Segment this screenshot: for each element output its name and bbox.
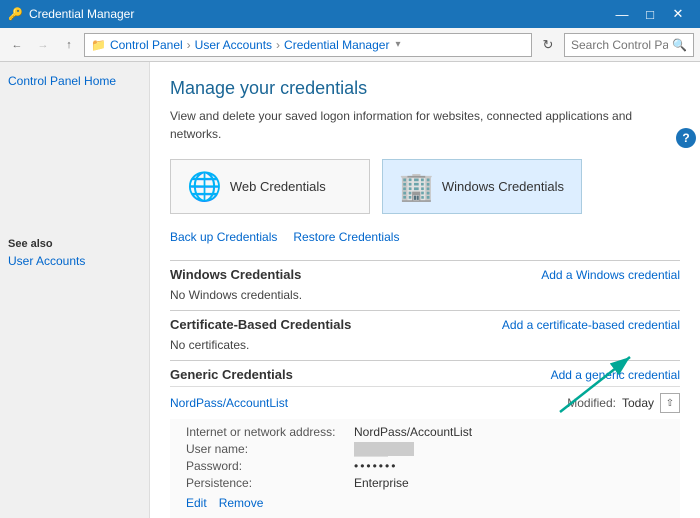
modified-label-accountlist: Modified: — [567, 396, 616, 410]
address-path: 📁 Control Panel › User Accounts › Creden… — [84, 33, 532, 57]
password-label: Password: — [186, 459, 346, 473]
cred-details-accountlist: Internet or network address: NordPass/Ac… — [170, 419, 680, 518]
windows-credentials-label: Windows Credentials — [442, 179, 564, 194]
app-title: Credential Manager — [29, 7, 134, 21]
persistence-value: Enterprise — [354, 476, 409, 490]
search-box: 🔍 — [564, 33, 694, 57]
cred-item-header-accountlist[interactable]: NordPass/AccountList Modified: Today ⇧ — [170, 387, 680, 419]
back-button[interactable]: ← — [6, 34, 28, 56]
content-area: ? Manage your credentials View and delet… — [150, 62, 700, 518]
search-input[interactable] — [571, 38, 668, 52]
username-value: ████ — [354, 442, 414, 456]
main-layout: Control Panel Home See also User Account… — [0, 62, 700, 518]
path-user-accounts[interactable]: User Accounts — [195, 38, 272, 52]
folder-icon: 📁 — [91, 38, 106, 52]
certificate-credentials-title: Certificate-Based Credentials — [170, 317, 351, 332]
certificate-credentials-header: Certificate-Based Credentials Add a cert… — [170, 311, 680, 336]
edit-accountlist-link[interactable]: Edit — [186, 496, 207, 510]
generic-credentials-section: Generic Credentials Add a generic creden… — [170, 360, 680, 518]
page-title: Manage your credentials — [170, 78, 680, 99]
add-windows-credential-link[interactable]: Add a Windows credential — [541, 268, 680, 282]
page-description: View and delete your saved logon informa… — [170, 107, 680, 143]
cred-item-right-accountlist: Modified: Today ⇧ — [567, 393, 680, 413]
address-row: Internet or network address: NordPass/Ac… — [186, 425, 664, 439]
titlebar-controls: — □ ✕ — [608, 0, 692, 28]
user-accounts-link[interactable]: User Accounts — [8, 254, 141, 268]
titlebar-left: 🔑 Credential Manager — [8, 7, 134, 21]
path-dropdown-button[interactable]: ▾ — [395, 39, 400, 50]
up-button[interactable]: ↑ — [58, 34, 80, 56]
help-button[interactable]: ? — [676, 128, 696, 148]
search-icon: 🔍 — [672, 38, 687, 52]
forward-button[interactable]: → — [32, 34, 54, 56]
windows-credentials-title: Windows Credentials — [170, 267, 301, 282]
username-row: User name: ████ — [186, 442, 664, 456]
windows-credentials-icon: 🏢 — [399, 170, 434, 203]
web-credentials-icon: 🌐 — [187, 170, 222, 203]
close-button[interactable]: ✕ — [664, 0, 692, 28]
add-certificate-credential-link[interactable]: Add a certificate-based credential — [502, 318, 680, 332]
collapse-accountlist-button[interactable]: ⇧ — [660, 393, 680, 413]
minimize-button[interactable]: — — [608, 0, 636, 28]
windows-credentials-header: Windows Credentials Add a Windows creden… — [170, 261, 680, 286]
web-credentials-tab[interactable]: 🌐 Web Credentials — [170, 159, 370, 214]
persistence-label: Persistence: — [186, 476, 346, 490]
sidebar: Control Panel Home See also User Account… — [0, 62, 150, 518]
password-value: ••••••• — [354, 459, 397, 473]
backup-credentials-link[interactable]: Back up Credentials — [170, 230, 277, 244]
generic-credentials-header: Generic Credentials Add a generic creden… — [170, 361, 680, 386]
cred-detail-actions-accountlist: Edit Remove — [186, 496, 664, 510]
persistence-row: Persistence: Enterprise — [186, 476, 664, 490]
addressbar: ← → ↑ 📁 Control Panel › User Accounts › … — [0, 28, 700, 62]
address-label: Internet or network address: — [186, 425, 346, 439]
credential-type-tabs: 🌐 Web Credentials 🏢 Windows Credentials — [170, 159, 680, 214]
address-value: NordPass/AccountList — [354, 425, 472, 439]
path-sep-1: › — [187, 38, 191, 52]
path-control-panel[interactable]: Control Panel — [110, 38, 183, 52]
titlebar: 🔑 Credential Manager — □ ✕ — [0, 0, 700, 28]
cred-item-nordpass-accountlist: NordPass/AccountList Modified: Today ⇧ I… — [170, 386, 680, 518]
restore-credentials-link[interactable]: Restore Credentials — [293, 230, 399, 244]
windows-credentials-section: Windows Credentials Add a Windows creden… — [170, 260, 680, 310]
certificate-credentials-section: Certificate-Based Credentials Add a cert… — [170, 310, 680, 360]
cred-item-name-accountlist[interactable]: NordPass/AccountList — [170, 396, 288, 410]
path-sep-2: › — [276, 38, 280, 52]
maximize-button[interactable]: □ — [636, 0, 664, 28]
remove-accountlist-link[interactable]: Remove — [219, 496, 264, 510]
sidebar-home-link[interactable]: Control Panel Home — [8, 74, 141, 88]
windows-credentials-tab[interactable]: 🏢 Windows Credentials — [382, 159, 582, 214]
no-certificate-credentials: No certificates. — [170, 336, 680, 360]
username-label: User name: — [186, 442, 346, 456]
see-also-label: See also — [8, 238, 141, 250]
generic-credentials-title: Generic Credentials — [170, 367, 293, 382]
app-icon: 🔑 — [8, 7, 23, 21]
path-credential-manager[interactable]: Credential Manager — [284, 38, 389, 52]
add-generic-credential-link[interactable]: Add a generic credential — [551, 368, 680, 382]
web-credentials-label: Web Credentials — [230, 179, 326, 194]
modified-date-accountlist: Today — [622, 396, 654, 410]
no-windows-credentials: No Windows credentials. — [170, 286, 680, 310]
refresh-button[interactable]: ↻ — [536, 33, 560, 57]
action-links: Back up Credentials Restore Credentials — [170, 230, 680, 244]
password-row: Password: ••••••• — [186, 459, 664, 473]
